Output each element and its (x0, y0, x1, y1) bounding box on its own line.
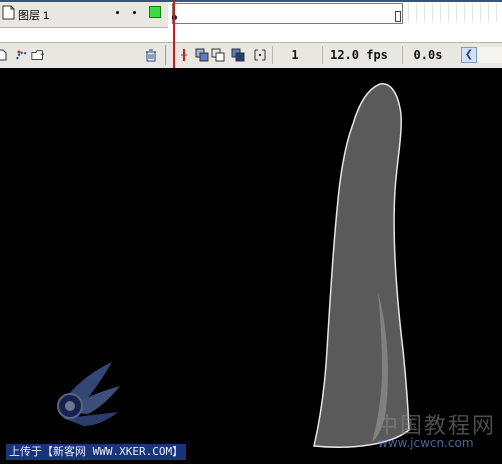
frame-span[interactable] (172, 3, 403, 24)
layer-row[interactable]: 图层 1 (0, 0, 168, 28)
watermark-logo (57, 362, 120, 426)
layer-doc-icon (2, 5, 15, 20)
timeline-controls-bar: 1 12.0 fps 0.0s ❮ (0, 42, 502, 70)
modify-markers-icon[interactable] (253, 48, 267, 62)
insert-layer-icon[interactable] (0, 48, 8, 62)
playhead[interactable] (173, 0, 175, 68)
scroll-left-icon[interactable]: ❮ (461, 47, 477, 63)
trash-icon[interactable] (144, 48, 158, 62)
stage[interactable]: 中国教程网 www.jcwcn.com (0, 68, 502, 464)
layer-visibility-toggle[interactable] (116, 11, 119, 14)
elapsed-time-field: 0.0s (402, 46, 453, 64)
add-motion-guide-icon[interactable] (15, 48, 29, 62)
onion-skin-icon[interactable] (195, 48, 209, 62)
layer-row-top-border (0, 0, 168, 2)
edit-multiple-frames-icon[interactable] (231, 48, 245, 62)
controls-separator (165, 45, 166, 65)
drawn-shape[interactable] (313, 83, 410, 448)
frame-rate-field[interactable]: 12.0 fps (322, 46, 395, 64)
frame-span-end-marker (395, 11, 401, 22)
current-frame-field[interactable]: 1 (272, 46, 317, 64)
center-frame-icon[interactable] (177, 48, 191, 62)
onion-outlines-icon[interactable] (211, 48, 225, 62)
insert-folder-icon[interactable] (31, 48, 45, 62)
frames-area[interactable] (168, 0, 502, 27)
upload-caption: 上传于【新客网 WWW.XKER.COM】 (6, 444, 187, 460)
frames-top-border (168, 0, 502, 2)
watermark-url: www.jcwcn.com (378, 436, 474, 450)
layer-lock-toggle[interactable] (133, 11, 136, 14)
timeline-panel: 图层 1 1 12.0 fps 0.0s ❮ (0, 0, 502, 70)
layer-name[interactable]: 图层 1 (18, 7, 49, 23)
horizontal-scrollbar[interactable] (478, 47, 502, 63)
layer-outline-color-swatch[interactable] (149, 6, 161, 18)
empty-frame-cells[interactable] (408, 3, 502, 22)
